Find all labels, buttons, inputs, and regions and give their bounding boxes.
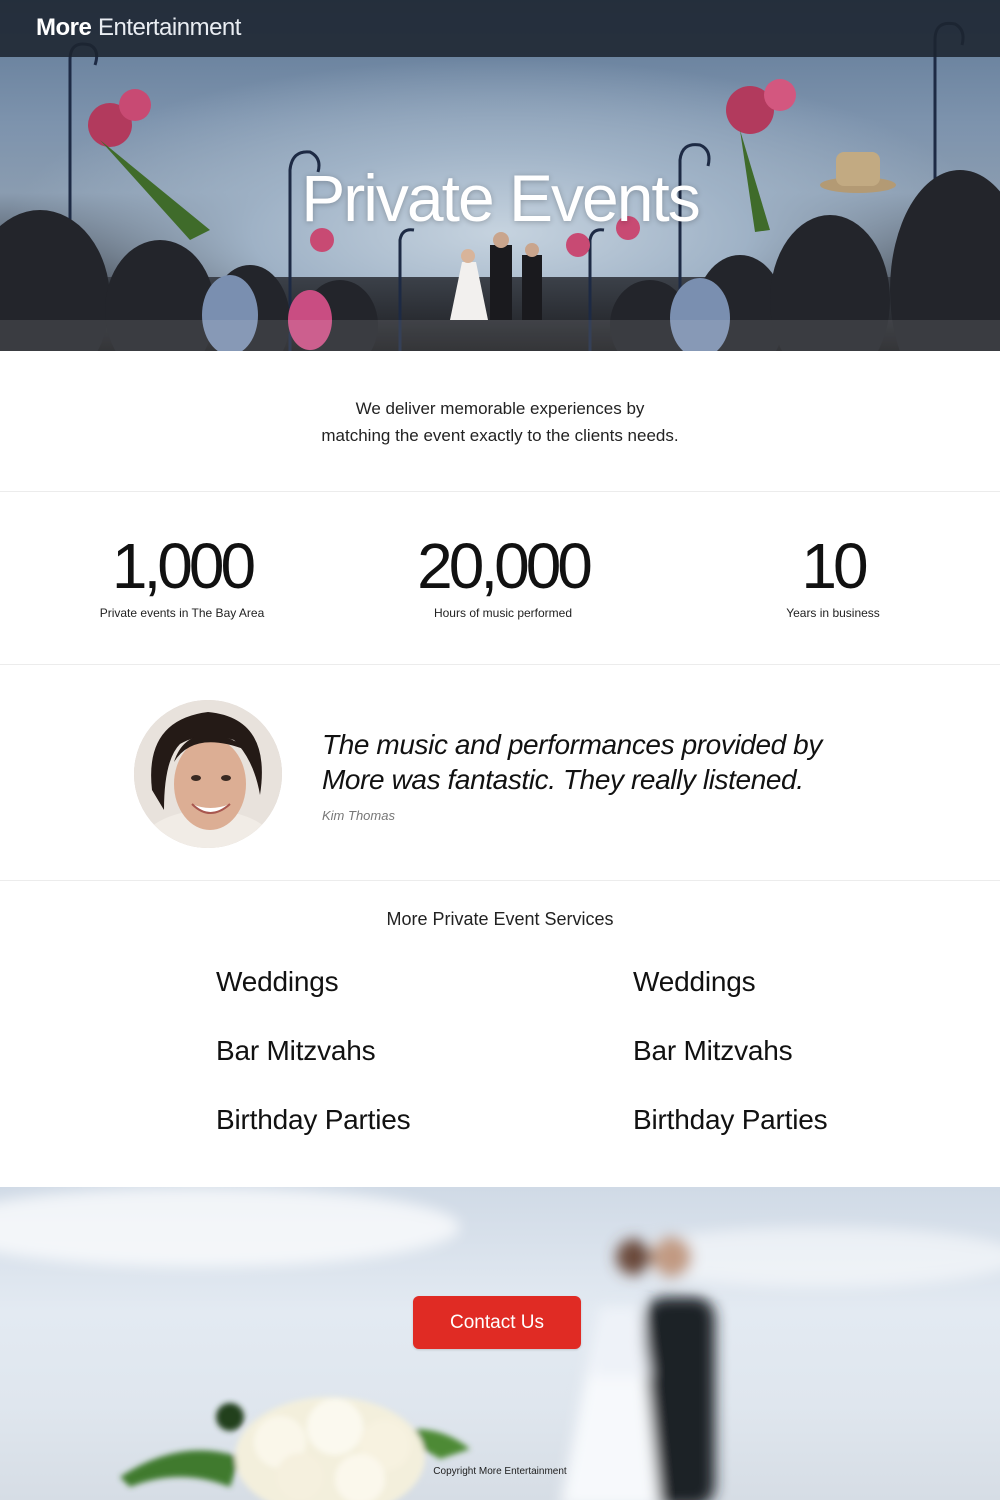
- footer: Contact Us Copyright More Entertainment: [0, 1187, 1000, 1500]
- stat-number: 20,000: [417, 530, 593, 602]
- intro-line-2: matching the event exactly to the client…: [321, 426, 679, 445]
- stat-label: Years in business: [786, 606, 880, 620]
- stat-years-business: 10 Years in business: [733, 530, 933, 620]
- copyright-text: Copyright More Entertainment: [433, 1466, 567, 1477]
- service-item: Birthday Parties: [633, 1104, 828, 1135]
- intro-text: We deliver memorable experiences by matc…: [250, 395, 750, 449]
- stat-number: 1,000: [111, 530, 256, 602]
- service-item: Weddings: [216, 966, 339, 997]
- testimonial-author: Kim Thomas: [322, 808, 395, 823]
- testimonial-section: The music and performances provided by M…: [0, 665, 1000, 881]
- testimonial-quote: The music and performances provided by M…: [322, 727, 882, 797]
- page-title: Private Events: [301, 161, 701, 235]
- avatar: [134, 700, 282, 848]
- hero-banner: More Entertainment Private Events: [0, 0, 1000, 351]
- navbar: More Entertainment: [0, 0, 1000, 57]
- site-logo[interactable]: More Entertainment: [36, 14, 241, 42]
- intro-line-1: We deliver memorable experiences by: [355, 399, 645, 418]
- service-item: Birthday Parties: [216, 1104, 411, 1135]
- intro-section: We deliver memorable experiences by matc…: [0, 351, 1000, 492]
- stat-label: Private events in The Bay Area: [99, 606, 265, 620]
- stat-number: 10: [801, 530, 868, 602]
- logo-bold-text: More: [36, 14, 92, 41]
- stat-private-events: 1,000 Private events in The Bay Area: [82, 530, 282, 620]
- services-title: More Private Event Services: [386, 909, 614, 929]
- contact-us-button[interactable]: Contact Us: [413, 1296, 581, 1349]
- quote-line-2: More was fantastic. They really listened…: [322, 764, 804, 795]
- stats-section: 1,000 Private events in The Bay Area 20,…: [0, 492, 1000, 665]
- service-item: Bar Mitzvahs: [633, 1035, 793, 1066]
- services-section: More Private Event Services Weddings Bar…: [0, 881, 1000, 1187]
- avatar-portrait: [134, 700, 282, 848]
- logo-light-text: Entertainment: [98, 14, 241, 41]
- quote-line-1: The music and performances provided by: [322, 729, 822, 760]
- service-item: Weddings: [633, 966, 756, 997]
- stat-hours-music: 20,000 Hours of music performed: [403, 530, 603, 620]
- stat-label: Hours of music performed: [433, 606, 573, 620]
- service-item: Bar Mitzvahs: [216, 1035, 376, 1066]
